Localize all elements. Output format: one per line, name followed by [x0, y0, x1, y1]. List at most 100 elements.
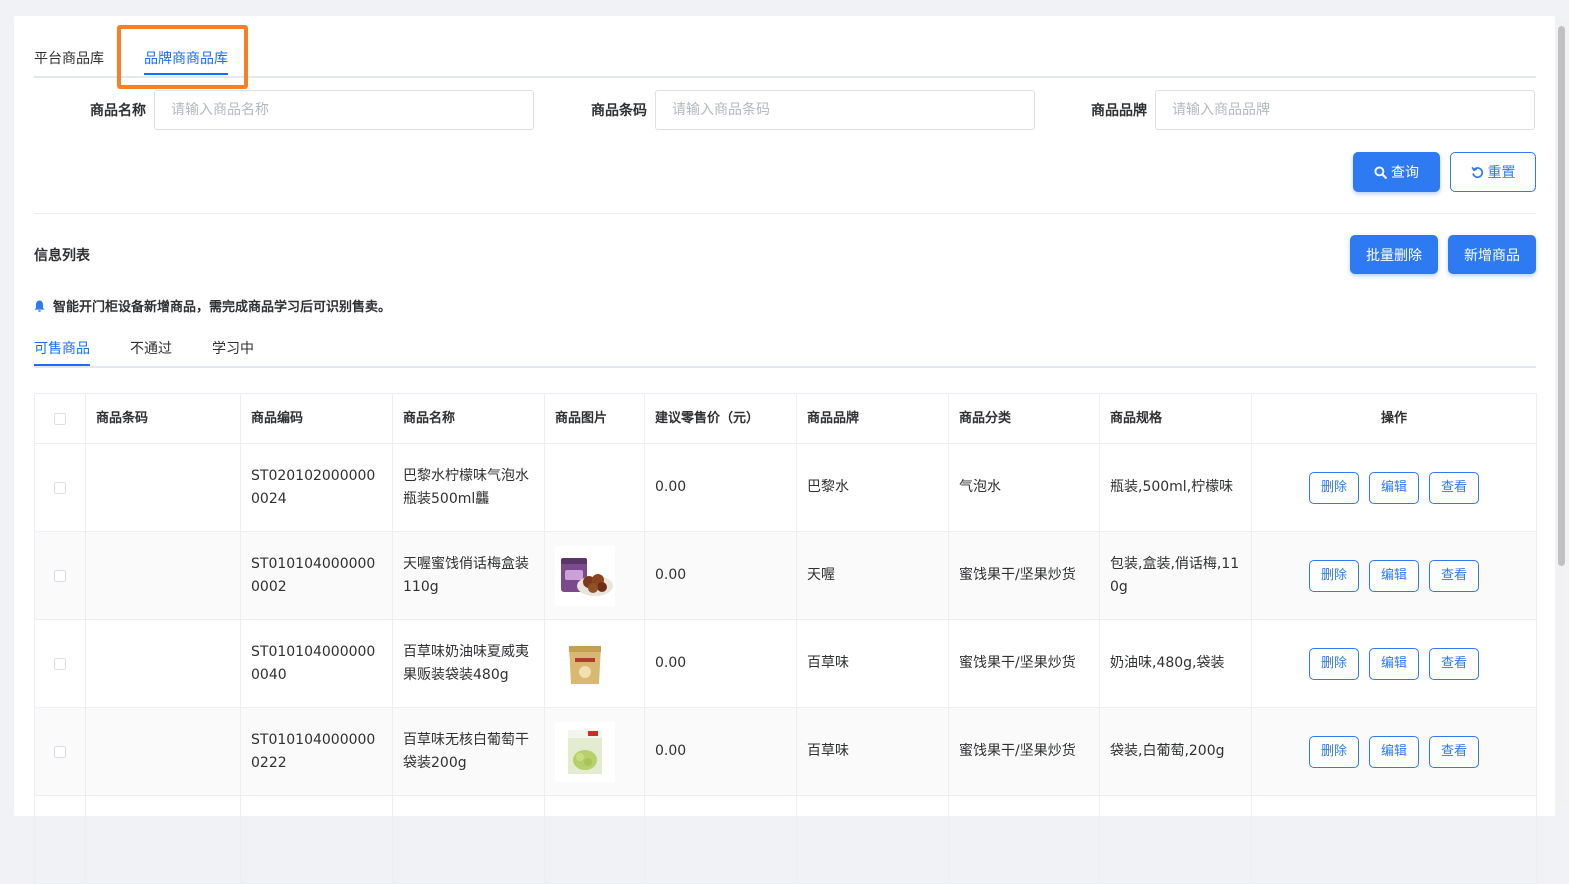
active-subtab-indicator — [34, 364, 90, 366]
notice-text: 智能开门柜设备新增商品，需完成商品学习后可识别售卖。 — [53, 300, 392, 315]
cell-category: 蜜饯果干/坚果炒货 — [949, 532, 1100, 619]
add-product-label: 新增商品 — [1464, 247, 1520, 264]
table-row: ST0101040000000002 天喔蜜饯俏话梅盒装110g 0.00 天喔… — [35, 532, 1537, 620]
query-button[interactable]: 查询 — [1353, 152, 1440, 192]
section-title: 信息列表 — [34, 248, 90, 264]
cell-actions — [1252, 796, 1537, 883]
row-select-cell — [35, 620, 86, 707]
product-image-raisin-bag[interactable] — [555, 721, 615, 782]
notice: 智能开门柜设备新增商品，需完成商品学习后可识别售卖。 — [34, 296, 391, 315]
sub-tabs: 可售商品 不通过 学习中 — [34, 334, 1536, 368]
delete-button[interactable]: 删除 — [1309, 559, 1359, 592]
cell-name — [393, 796, 545, 883]
edit-button[interactable]: 编辑 — [1369, 735, 1419, 768]
filter-label-barcode: 商品条码 — [591, 103, 647, 119]
cell-category: 蜜饯果干/坚果炒货 — [949, 708, 1100, 795]
row-checkbox[interactable] — [54, 481, 66, 494]
row-checkbox[interactable] — [54, 657, 66, 670]
top-tabs: 平台商品库 品牌商商品库 — [34, 38, 1536, 78]
row-checkbox[interactable] — [54, 745, 66, 758]
select-all-checkbox[interactable] — [54, 412, 66, 425]
highlight-box — [117, 25, 248, 89]
cell-spec: 奶油味,480g,袋装 — [1100, 620, 1252, 707]
cell-price: 0.00 — [645, 532, 797, 619]
tab-rejected[interactable]: 不通过 — [130, 338, 172, 358]
row-select-cell — [35, 708, 86, 795]
cell-code: ST0201020000000024 — [241, 444, 393, 531]
header-code: 商品编码 — [241, 394, 393, 443]
cell-actions: 删除 编辑 查看 — [1252, 620, 1537, 707]
delete-button[interactable]: 删除 — [1309, 735, 1359, 768]
cell-price — [645, 796, 797, 883]
cell-barcode — [86, 532, 241, 619]
cell-code: ST0101040000000222 — [241, 708, 393, 795]
cell-category: 蜜饯果干/坚果炒货 — [949, 620, 1100, 707]
cell-brand — [797, 796, 949, 883]
row-select-cell — [35, 532, 86, 619]
cell-brand: 百草味 — [797, 620, 949, 707]
page-scrollbar[interactable] — [1557, 20, 1566, 804]
divider — [34, 213, 1536, 214]
bell-icon — [34, 300, 45, 312]
product-name-input[interactable] — [154, 90, 534, 130]
table-header: 商品条码 商品编码 商品名称 商品图片 建议零售价（元） 商品品牌 商品分类 商… — [35, 394, 1537, 444]
table-row: ST0101040000000222 百草味无核白葡萄干袋装200g 0.00 … — [35, 708, 1537, 796]
header-brand: 商品品牌 — [797, 394, 949, 443]
delete-button[interactable]: 删除 — [1309, 471, 1359, 504]
cell-category — [949, 796, 1100, 883]
cell-image — [545, 444, 645, 531]
header-barcode: 商品条码 — [86, 394, 241, 443]
tab-sellable[interactable]: 可售商品 — [34, 338, 90, 358]
delete-button[interactable]: 删除 — [1309, 647, 1359, 680]
header-actions: 操作 — [1252, 394, 1537, 443]
edit-button[interactable]: 编辑 — [1369, 647, 1419, 680]
view-button[interactable]: 查看 — [1429, 559, 1479, 592]
header-image: 商品图片 — [545, 394, 645, 443]
cell-price: 0.00 — [645, 708, 797, 795]
cell-spec: 瓶装,500ml,柠檬味 — [1100, 444, 1252, 531]
product-barcode-input[interactable] — [655, 90, 1035, 130]
scrollbar-thumb[interactable] — [1558, 26, 1565, 566]
cell-brand: 天喔 — [797, 532, 949, 619]
product-image-prune-jar[interactable] — [555, 545, 615, 606]
header-name: 商品名称 — [393, 394, 545, 443]
row-select-cell — [35, 796, 86, 883]
view-button[interactable]: 查看 — [1429, 647, 1479, 680]
cell-actions: 删除 编辑 查看 — [1252, 708, 1537, 795]
batch-delete-button[interactable]: 批量删除 — [1350, 235, 1438, 274]
tab-platform-library[interactable]: 平台商品库 — [34, 48, 104, 68]
cell-spec — [1100, 796, 1252, 883]
row-select-cell — [35, 444, 86, 531]
main-card: 平台商品库 品牌商商品库 商品名称 商品条码 商品品牌 查询 重置 信息列表 批… — [14, 16, 1555, 884]
view-button[interactable]: 查看 — [1429, 735, 1479, 768]
cell-price: 0.00 — [645, 444, 797, 531]
cell-code: ST0101040000000040 — [241, 620, 393, 707]
cell-name: 百草味奶油味夏威夷果贩装袋装480g — [393, 620, 545, 707]
table-row — [35, 796, 1537, 884]
cell-barcode — [86, 620, 241, 707]
cell-spec: 袋装,白葡萄,200g — [1100, 708, 1252, 795]
cell-spec: 包装,盒装,俏话梅,110g — [1100, 532, 1252, 619]
batch-delete-label: 批量删除 — [1366, 247, 1422, 264]
tab-learning[interactable]: 学习中 — [212, 338, 254, 358]
refresh-icon — [1470, 166, 1483, 178]
select-all-cell — [35, 394, 86, 443]
product-brand-input[interactable] — [1155, 90, 1535, 130]
product-image-nut-bag[interactable] — [555, 633, 615, 694]
cell-barcode — [86, 444, 241, 531]
edit-button[interactable]: 编辑 — [1369, 559, 1419, 592]
reset-button-label: 重置 — [1487, 165, 1516, 181]
cell-barcode — [86, 796, 241, 883]
view-button[interactable]: 查看 — [1429, 471, 1479, 504]
search-icon — [1374, 165, 1387, 179]
reset-button[interactable]: 重置 — [1450, 152, 1536, 192]
filter-label-name: 商品名称 — [90, 103, 146, 119]
edit-button[interactable]: 编辑 — [1369, 471, 1419, 504]
table-row: ST0201020000000024 巴黎水柠檬味气泡水瓶装500ml龘 0.0… — [35, 444, 1537, 532]
cell-actions: 删除 编辑 查看 — [1252, 532, 1537, 619]
cell-image — [545, 532, 645, 619]
cell-image — [545, 796, 645, 883]
cell-code: ST0101040000000002 — [241, 532, 393, 619]
add-product-button[interactable]: 新增商品 — [1448, 235, 1536, 274]
row-checkbox[interactable] — [54, 569, 66, 582]
